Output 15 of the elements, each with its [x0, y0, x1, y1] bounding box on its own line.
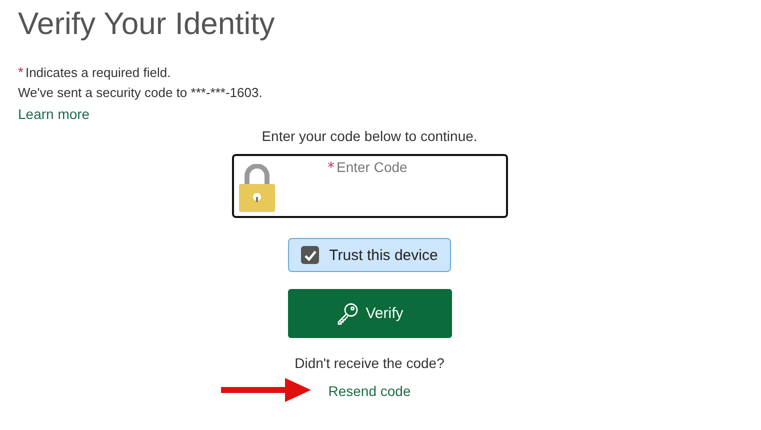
learn-more-link[interactable]: Learn more — [18, 106, 90, 122]
arrow-icon — [221, 378, 312, 402]
verify-button[interactable]: Verify — [288, 289, 452, 338]
checkmark-icon — [304, 250, 317, 260]
code-input-field[interactable]: Enter Code — [336, 159, 456, 175]
padlock-icon — [236, 164, 276, 212]
sent-message: We've sent a security code to ***-***-1603. — [18, 84, 264, 102]
resend-prompt: Didn't receive the code? — [294, 354, 444, 373]
required-mark: * — [328, 160, 334, 176]
key-icon — [336, 302, 360, 326]
instruction-text: Enter your code below to continue. — [262, 127, 478, 146]
required-note: *Indicates a required field. — [18, 63, 172, 82]
resend-code-link[interactable]: Resend code — [328, 383, 411, 399]
page-title: Verify Your Identity — [18, 6, 276, 42]
trust-device-checkbox[interactable]: Trust this device — [288, 238, 451, 272]
